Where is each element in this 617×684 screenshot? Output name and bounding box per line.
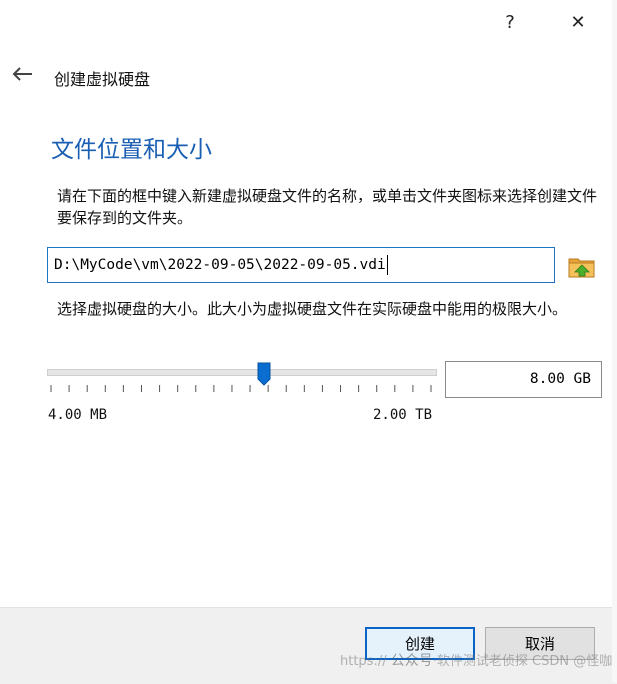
watermark: https:// 公众号·软件测试老侦探 CSDN @怪咖@ [340, 650, 617, 670]
close-button[interactable]: ✕ [563, 8, 593, 36]
page-title: 文件位置和大小 [51, 137, 212, 163]
slider-track [47, 369, 437, 376]
back-button[interactable] [8, 62, 36, 86]
location-description: 请在下面的框中键入新建虚拟硬盘文件的名称，或单击文件夹图标来选择创建文件要保存到… [57, 187, 598, 227]
folder-icon [568, 258, 595, 278]
size-input[interactable]: 8.00 GB [445, 361, 602, 398]
slider-ticks [50, 385, 432, 392]
arrow-left-icon [12, 67, 32, 81]
size-max-label: 2.00 TB [373, 407, 433, 423]
file-path-input[interactable]: D:\MyCode\vm\2022-09-05\2022-09-05.vdi [47, 247, 555, 283]
text-caret [386, 255, 388, 275]
size-description: 选择虚拟硬盘的大小。此大小为虚拟硬盘文件在实际硬盘中能用的极限大小。 [57, 300, 568, 318]
choose-folder-button[interactable] [567, 252, 597, 280]
slider-thumb[interactable] [257, 362, 271, 386]
wizard-title: 创建虚拟硬盘 [54, 70, 151, 89]
size-slider[interactable] [47, 362, 437, 402]
watermark-left: https:// [340, 654, 387, 669]
wechat-watermark-label: 公众号 [390, 653, 433, 669]
watermark-middle: ·软件测试老侦探 [432, 654, 528, 669]
window-edge [612, 0, 617, 683]
size-min-label: 4.00 MB [48, 407, 108, 423]
watermark-right: CSDN @怪咖@ [532, 654, 617, 669]
file-path-text: D:\MyCode\vm\2022-09-05\2022-09-05.vdi [54, 257, 386, 273]
help-button[interactable]: ? [495, 8, 525, 36]
